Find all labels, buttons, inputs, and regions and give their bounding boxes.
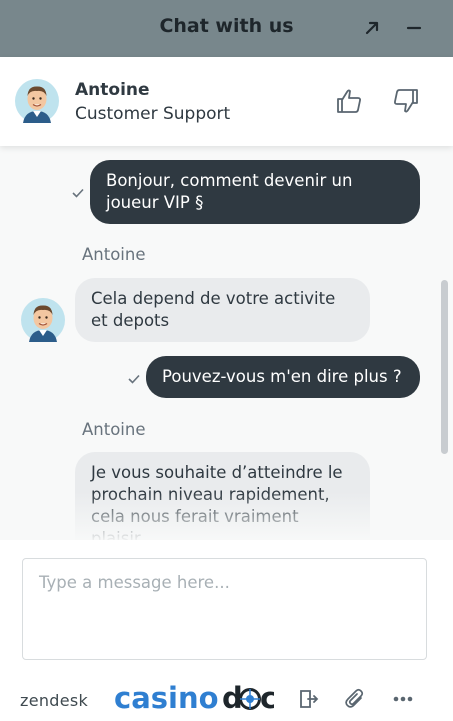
paperclip-icon[interactable] — [344, 688, 366, 710]
sender-name: Antoine — [82, 420, 146, 439]
svg-text:casino: casino — [114, 681, 219, 715]
message-log[interactable]: Bonjour, comment devenir un joueur VIP §… — [0, 146, 453, 540]
agent-header: Antoine Customer Support — [0, 57, 453, 146]
chat-title-bar: Chat with us — [0, 0, 453, 57]
popout-button[interactable] — [358, 15, 386, 41]
casinodoc-logo: casino d c — [114, 681, 274, 715]
scrollbar[interactable] — [441, 280, 448, 454]
arrow-up-right-icon — [365, 21, 379, 35]
agent-avatar — [15, 79, 59, 123]
sender-name: Antoine — [82, 245, 146, 264]
rate-good-button[interactable] — [333, 85, 365, 117]
message-input[interactable] — [22, 558, 427, 660]
thumbs-down-icon — [394, 89, 418, 113]
end-chat-icon[interactable] — [297, 688, 319, 710]
composer — [0, 540, 453, 676]
scroll-fade — [0, 492, 453, 540]
thumbs-up-icon — [337, 89, 361, 113]
agent-message: Cela depend de votre activite et depots — [75, 278, 370, 342]
more-icon[interactable] — [392, 688, 414, 710]
rate-bad-button[interactable] — [390, 85, 422, 117]
visitor-message: Bonjour, comment devenir un joueur VIP § — [90, 160, 420, 224]
chat-footer: zendesk casino d c — [0, 676, 453, 721]
zendesk-brand[interactable]: zendesk — [20, 691, 88, 710]
minus-icon — [406, 26, 422, 30]
check-icon — [72, 188, 84, 198]
agent-name: Antoine — [75, 80, 150, 100]
svg-text:c: c — [260, 681, 274, 715]
minimize-button[interactable] — [400, 15, 428, 41]
agent-role: Customer Support — [75, 104, 231, 124]
visitor-message: Pouvez-vous m'en dire plus ? — [146, 356, 420, 398]
agent-avatar — [21, 298, 65, 342]
check-icon — [128, 374, 140, 384]
